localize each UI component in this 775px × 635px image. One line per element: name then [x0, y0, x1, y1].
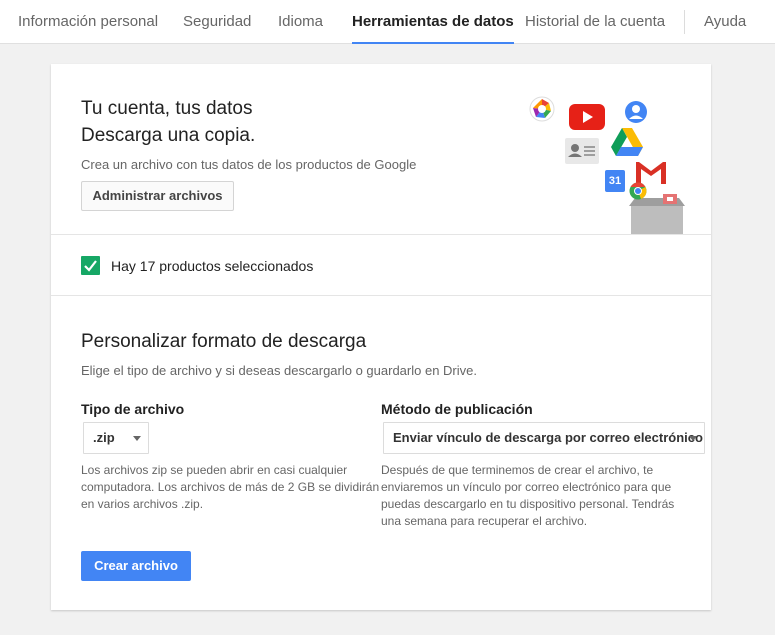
download-title-line2: Descarga una copia. — [81, 125, 256, 146]
tab-ayuda[interactable]: Ayuda — [704, 0, 746, 44]
calendar-icon: 31 — [605, 170, 625, 192]
chrome-icon — [629, 182, 647, 200]
delivery-method-label: Método de publicación — [381, 401, 533, 417]
delivery-method-help: Después de que terminemos de crear el ar… — [381, 462, 691, 530]
format-title: Personalizar formato de descarga — [81, 331, 367, 352]
download-title-line1: Tu cuenta, tus datos — [81, 98, 253, 119]
delivery-method-value: Enviar vínculo de descarga por correo el… — [393, 430, 703, 445]
file-type-help: Los archivos zip se pueden abrir en casi… — [81, 462, 381, 513]
tab-historial-de-la-cuenta[interactable]: Historial de la cuenta — [525, 0, 665, 44]
delivery-help-line: una semana para recuperar el archivo. — [381, 514, 588, 528]
top-navigation: Información personal Seguridad Idioma He… — [0, 0, 775, 44]
file-type-help-line: Los archivos zip se pueden abrir en casi… — [81, 463, 348, 477]
tab-herramientas-de-datos[interactable]: Herramientas de datos — [352, 0, 514, 44]
file-type-value: .zip — [93, 430, 115, 445]
nav-divider — [684, 10, 685, 34]
checkmark-icon — [84, 260, 97, 272]
chevron-down-icon — [133, 436, 141, 441]
tab-idioma[interactable]: Idioma — [278, 0, 323, 44]
products-illustration: 31 — [525, 92, 685, 237]
file-type-select[interactable]: .zip — [83, 422, 149, 454]
download-subtitle: Crea un archivo con tus datos de los pro… — [81, 157, 417, 172]
delivery-method-select[interactable]: Enviar vínculo de descarga por correo el… — [383, 422, 705, 454]
picasa-icon — [529, 96, 555, 122]
tab-seguridad[interactable]: Seguridad — [183, 0, 251, 44]
delivery-help-line: puedas descargarlo en tu dispositivo per… — [381, 497, 675, 511]
file-type-help-line: computadora. Los archivos de más de 2 GB… — [81, 480, 380, 494]
contacts-icon — [565, 138, 599, 164]
profile-icon — [625, 101, 647, 123]
calendar-day: 31 — [608, 175, 622, 187]
drive-icon — [611, 128, 643, 156]
products-selected-checkbox[interactable] — [81, 256, 100, 275]
chevron-down-icon — [689, 436, 697, 441]
youtube-icon — [569, 104, 605, 130]
file-type-label: Tipo de archivo — [81, 401, 185, 417]
section-divider-1 — [51, 234, 711, 235]
create-archive-button[interactable]: Crear archivo — [81, 551, 191, 581]
products-selected-label: Hay 17 productos seleccionados — [111, 258, 314, 274]
file-type-help-line: en varios archivos .zip. — [81, 497, 204, 511]
tab-informacion-personal[interactable]: Información personal — [18, 0, 158, 44]
data-tools-card: Tu cuenta, tus datos Descarga una copia.… — [51, 64, 711, 610]
manage-archives-button[interactable]: Administrar archivos — [81, 181, 234, 211]
delivery-help-line: Después de que terminemos de crear el ar… — [381, 463, 654, 477]
delivery-help-line: enviaremos un vínculo por correo electró… — [381, 480, 672, 494]
section-divider-2 — [51, 295, 711, 296]
gmail-icon — [636, 162, 666, 184]
format-description: Elige el tipo de archivo y si deseas des… — [81, 363, 477, 378]
